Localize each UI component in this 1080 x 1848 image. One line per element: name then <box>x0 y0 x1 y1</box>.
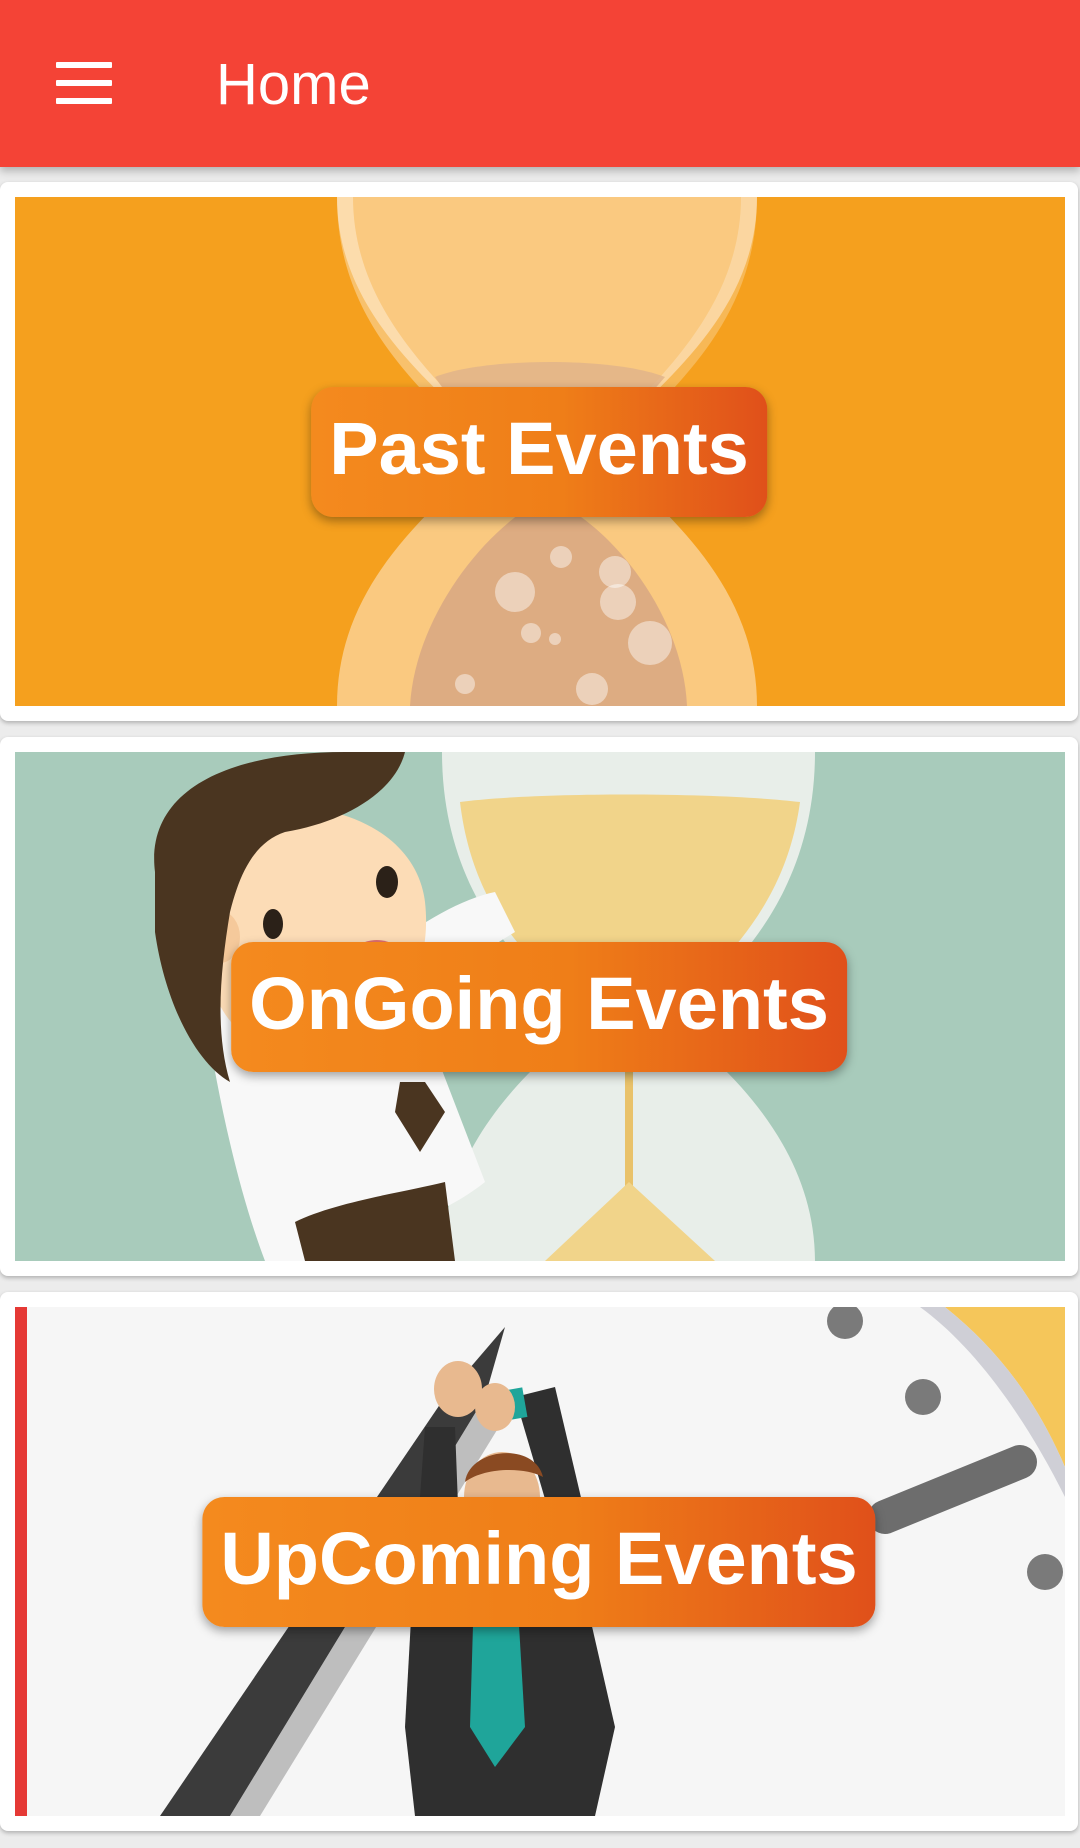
page-title: Home <box>216 52 371 117</box>
past-events-card[interactable]: Past Events <box>0 182 1078 721</box>
upcoming-events-card[interactable]: UpComing Events <box>0 1292 1078 1831</box>
upcoming-events-label: UpComing Events <box>202 1496 876 1627</box>
ongoing-events-card[interactable]: OnGoing Events <box>0 737 1078 1276</box>
app-bar: Home <box>0 0 1080 167</box>
hamburger-menu-icon[interactable] <box>56 62 112 104</box>
event-card-list: Past Events OnGoing Events UpComing Even… <box>0 167 1080 1848</box>
ongoing-events-label: OnGoing Events <box>231 941 847 1072</box>
past-events-label: Past Events <box>311 386 767 517</box>
